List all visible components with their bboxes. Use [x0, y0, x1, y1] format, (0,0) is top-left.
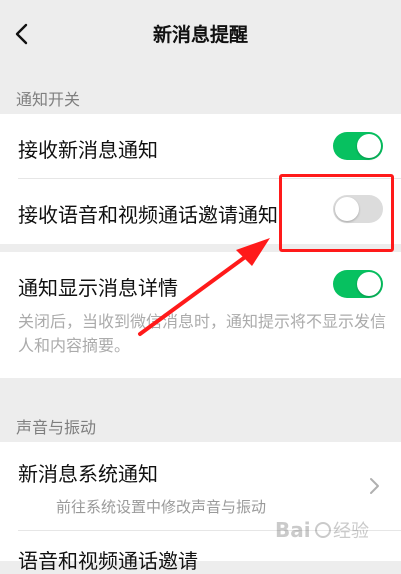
annotation-arrow [138, 238, 270, 336]
svg-text:经验: 经验 [333, 521, 369, 542]
svg-text:Bai: Bai [275, 518, 311, 542]
watermark-logo: Bai 经验 [275, 518, 369, 542]
